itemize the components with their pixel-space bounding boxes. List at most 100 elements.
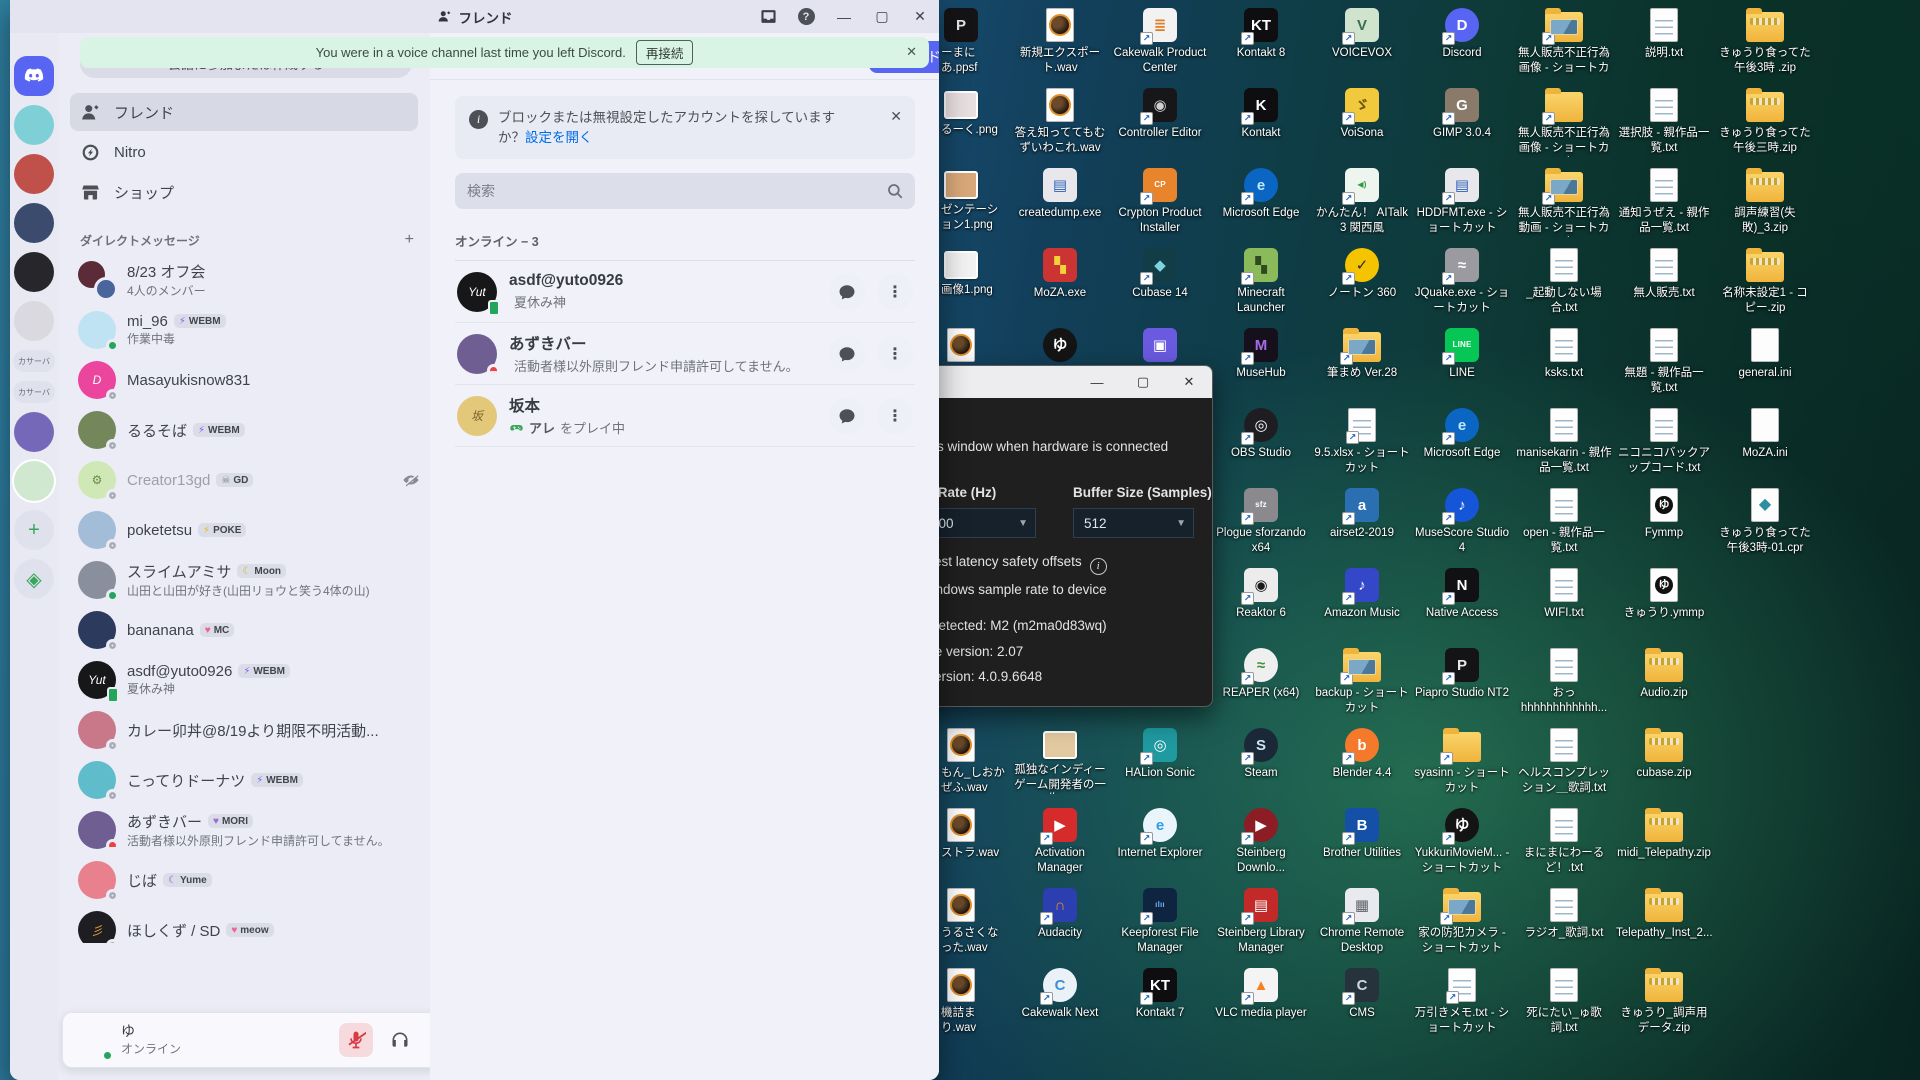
- dm-item[interactable]: こってりドーナツ ⚡WEBM: [58, 755, 430, 805]
- desktop-icon[interactable]: K ↗ Kontakt: [1213, 88, 1309, 141]
- sidebar-nav-item[interactable]: Nitro: [70, 133, 418, 171]
- desktop-icon[interactable]: 無題 - 親作品一覧.txt: [1616, 328, 1712, 395]
- server-rail-item[interactable]: [14, 252, 54, 292]
- desktop-icon[interactable]: ↗ 無人販売不正行為画像 - ショートカッ...: [1516, 8, 1612, 77]
- desktop-icon[interactable]: cubase.zip: [1616, 728, 1712, 781]
- create-dm-icon[interactable]: +: [405, 231, 414, 249]
- server-rail-item[interactable]: [14, 154, 54, 194]
- desktop-icon[interactable]: B ↗ Brother Utilities: [1314, 808, 1410, 861]
- desktop-icon[interactable]: ≣ ↗ Cakewalk Product Center: [1112, 8, 1208, 75]
- inbox-icon[interactable]: [749, 0, 787, 33]
- desktop-icon[interactable]: ▤ createdump.exe: [1012, 168, 1108, 221]
- desktop-icon[interactable]: 通知うぜえ - 親作品一覧.txt: [1616, 168, 1712, 235]
- desktop-icon[interactable]: C ↗ Cakewalk Next: [1012, 968, 1108, 1021]
- dm-item[interactable]: mi_96 ⚡WEBM 作業中毒: [58, 305, 430, 355]
- window-maximize-button[interactable]: ▢: [863, 0, 901, 33]
- more-button[interactable]: ⋮: [877, 398, 913, 434]
- desktop-icon[interactable]: ↗ 筆まめ Ver.28: [1314, 328, 1410, 381]
- desktop-icon[interactable]: S ↗ Steam: [1213, 728, 1309, 781]
- dm-item[interactable]: カレー卯丼@8/19より期限不明活動...: [58, 705, 430, 755]
- server-rail-item[interactable]: [14, 203, 54, 243]
- desktop-icon[interactable]: ゆ きゅうり.ymmp: [1616, 568, 1712, 621]
- desktop-icon[interactable]: sfz ↗ Plogue sforzando x64: [1213, 488, 1309, 555]
- desktop-icon[interactable]: ▣: [1112, 328, 1208, 366]
- desktop-icon[interactable]: MoZA.ini: [1717, 408, 1813, 461]
- dm-item[interactable]: ⚙ Creator13gd ☠GD: [58, 455, 430, 505]
- desktop-icon[interactable]: ▚ ↗ Minecraft Launcher: [1213, 248, 1309, 315]
- desktop-icon[interactable]: ≈ ↗ REAPER (x64): [1213, 648, 1309, 701]
- dm-item[interactable]: じば ☾Yume: [58, 855, 430, 905]
- message-button[interactable]: [829, 336, 865, 372]
- desktop-icon[interactable]: D ↗ Discord: [1414, 8, 1510, 61]
- banner-close-icon[interactable]: ✕: [906, 44, 917, 60]
- desktop-icon[interactable]: ラジオ_歌詞.txt: [1516, 888, 1612, 941]
- desktop-icon[interactable]: ◆ きゅうり食ってた午後3時-01.cpr: [1717, 488, 1813, 555]
- help-icon[interactable]: ?: [787, 0, 825, 33]
- dm-item[interactable]: bananana ♥MC: [58, 605, 430, 655]
- desktop-icon[interactable]: まにまにわーるど！.txt: [1516, 808, 1612, 875]
- server-rail-item[interactable]: [14, 56, 54, 96]
- buffer-size-select[interactable]: 512 ▼: [1073, 508, 1194, 538]
- reconnect-button[interactable]: 再接続: [636, 40, 694, 65]
- desktop-icon[interactable]: 死にたい_ゅ歌詞.txt: [1516, 968, 1612, 1035]
- desktop-icon[interactable]: ✓ ↗ ノートン 360: [1314, 248, 1410, 301]
- desktop-icon[interactable]: open - 親作品一覧.txt: [1516, 488, 1612, 555]
- window-close-button[interactable]: ✕: [901, 0, 939, 33]
- desktop-icon[interactable]: ▶ ↗ Activation Manager: [1012, 808, 1108, 875]
- desktop-icon[interactable]: ▦ ↗ Chrome Remote Desktop: [1314, 888, 1410, 955]
- desktop-icon[interactable]: ヘルスコンプレッション＿歌詞.txt: [1516, 728, 1612, 795]
- desktop-icon[interactable]: ◀) ↗ かんたん！ AITalk 3 関西風: [1314, 168, 1410, 235]
- avatar[interactable]: [73, 1021, 111, 1059]
- desktop-icon[interactable]: 新規エクスポート.wav: [1012, 8, 1108, 75]
- desktop-icon[interactable]: Telepathy_Inst_2...: [1616, 888, 1712, 941]
- desktop-icon[interactable]: ▶ ↗ Steinberg Downlo...: [1213, 808, 1309, 875]
- desktop-icon[interactable]: ≈ ↗ JQuake.exe - ショートカット: [1414, 248, 1510, 315]
- desktop-icon[interactable]: P ↗ Piapro Studio NT2: [1414, 648, 1510, 701]
- desktop-icon[interactable]: C ↗ CMS: [1314, 968, 1410, 1021]
- more-button[interactable]: ⋮: [877, 274, 913, 310]
- banner-close-icon[interactable]: ✕: [890, 106, 902, 126]
- desktop-icon[interactable]: ◉ ↗ Controller Editor: [1112, 88, 1208, 141]
- dm-item[interactable]: D Masayukisnow831: [58, 355, 430, 405]
- settings-button[interactable]: [427, 1023, 430, 1057]
- server-rail-item[interactable]: ◈: [14, 559, 54, 599]
- desktop-icon[interactable]: 選択肢 - 親作品一覧.txt: [1616, 88, 1712, 155]
- desktop-icon[interactable]: ↗ syasinn - ショートカット: [1414, 728, 1510, 795]
- desktop-icon[interactable]: ▤ ↗ Steinberg Library Manager: [1213, 888, 1309, 955]
- desktop-icon[interactable]: e ↗ Internet Explorer: [1112, 808, 1208, 861]
- desktop-icon[interactable]: _起動しない場合.txt: [1516, 248, 1612, 315]
- server-rail-item[interactable]: [14, 105, 54, 145]
- server-rail-item[interactable]: カサーバ: [13, 350, 55, 372]
- desktop-icon[interactable]: ↗ 無人販売不正行為画像 - ショートカット: [1516, 88, 1612, 157]
- friend-row[interactable]: あずきバー 活動者様以外原則フレンド申請許可してません。 ⋮: [455, 323, 915, 385]
- desktop-icon[interactable]: 調声練習(失敗)_3.zip: [1717, 168, 1813, 235]
- desktop-icon[interactable]: ↗ 無人販売不正行為動画 - ショートカット: [1516, 168, 1612, 237]
- user-panel[interactable]: ゆ オンライン: [62, 1012, 430, 1068]
- desktop-icon[interactable]: N ↗ Native Access: [1414, 568, 1510, 621]
- dialog-maximize-button[interactable]: ▢: [1120, 366, 1166, 398]
- desktop-icon[interactable]: a ↗ airset2-2019: [1314, 488, 1410, 541]
- desktop-icon[interactable]: ↗ 家の防犯カメラ - ショートカット: [1414, 888, 1510, 955]
- desktop-icon[interactable]: KT ↗ Kontakt 8: [1213, 8, 1309, 61]
- desktop-icon[interactable]: ◎ ↗ HALion Sonic: [1112, 728, 1208, 781]
- desktop-icon[interactable]: ↗ 9.5.xlsx - ショートカット: [1314, 408, 1410, 475]
- desktop-icon[interactable]: ニコニコバックアップコード.txt: [1616, 408, 1712, 475]
- desktop-icon[interactable]: ↗ 万引きメモ.txt - ショートカット: [1414, 968, 1510, 1035]
- desktop-icon[interactable]: 説明.txt: [1616, 8, 1712, 61]
- server-rail-item[interactable]: カサーバ: [13, 381, 55, 403]
- desktop-icon[interactable]: 名称未設定1 - コピー.zip: [1717, 248, 1813, 315]
- dm-item[interactable]: Yut asdf@yuto0926 ⚡WEBM 夏休み神: [58, 655, 430, 705]
- desktop-icon[interactable]: きゅうり食ってた午後3時 .zip: [1717, 8, 1813, 75]
- more-button[interactable]: ⋮: [877, 336, 913, 372]
- window-minimize-button[interactable]: —: [825, 0, 863, 33]
- desktop-icon[interactable]: 孤独なインディーゲーム開発者の一生 ...: [1012, 728, 1108, 794]
- desktop-icon[interactable]: V ↗ VOICEVOX: [1314, 8, 1410, 61]
- server-rail-item[interactable]: +: [14, 510, 54, 550]
- desktop-icon[interactable]: きゅうり_調声用データ.zip: [1616, 968, 1712, 1035]
- message-button[interactable]: [829, 398, 865, 434]
- desktop-icon[interactable]: ∩ ↗ Audacity: [1012, 888, 1108, 941]
- friend-row[interactable]: 坂 坂本 アレをプレイ中 ⋮: [455, 385, 915, 447]
- desktop-icon[interactable]: manisekarin - 親作品一覧.txt: [1516, 408, 1612, 475]
- desktop-icon[interactable]: CP ↗ Crypton Product Installer: [1112, 168, 1208, 235]
- dm-item[interactable]: 8/23 オフ会 4人のメンバー: [58, 255, 430, 305]
